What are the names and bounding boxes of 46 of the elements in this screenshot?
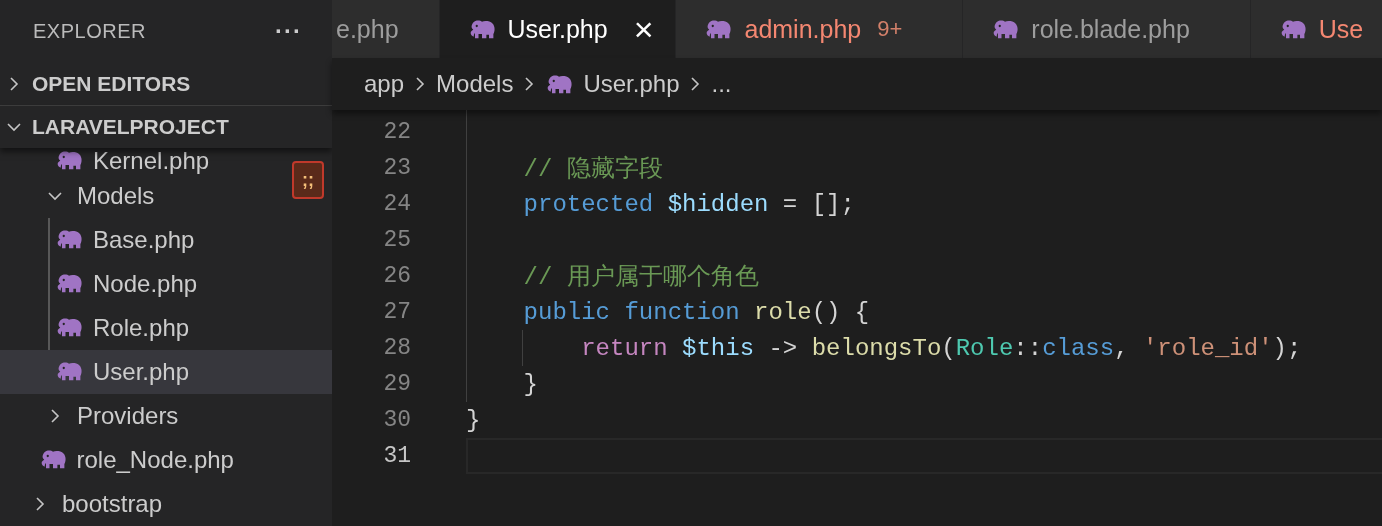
- line-number: 30: [382, 407, 411, 433]
- code-line: return $this -> belongsTo(Role::class, 'role_id');: [580, 334, 1302, 362]
- editor-tab[interactable]: User.php ×: [439, 0, 677, 58]
- code-line: }: [466, 406, 481, 434]
- notification-badge[interactable]: ;;: [292, 161, 324, 199]
- line-number: 27: [382, 299, 411, 325]
- line-number: 22: [382, 119, 411, 145]
- file-item[interactable]: role_Node.php: [0, 438, 242, 482]
- code-line: public function role() {: [522, 298, 870, 326]
- breadcrumb-item[interactable]: Models: [436, 70, 514, 98]
- breadcrumb-item[interactable]: User.php: [545, 70, 680, 98]
- folder-item[interactable]: bootstrap: [0, 482, 171, 526]
- code-line: // 用户属于哪个角色: [522, 263, 759, 292]
- line-number: 31: [382, 443, 411, 469]
- elephant-icon: [55, 150, 83, 172]
- section-header[interactable]: LARAVELPROJECT: [0, 105, 332, 148]
- elephant-icon: [55, 273, 83, 295]
- file-item[interactable]: Kernel.php: [0, 148, 218, 174]
- more-actions-button[interactable]: ···: [275, 17, 302, 46]
- file-item[interactable]: Role.php: [0, 306, 198, 350]
- file-item[interactable]: Base.php: [0, 218, 203, 262]
- editor-tab[interactable]: admin.php 9+: [676, 0, 964, 58]
- file-item[interactable]: Node.php: [0, 262, 206, 306]
- line-number: 28: [382, 335, 411, 361]
- elephant-icon: [55, 361, 83, 383]
- elephant-icon: [55, 317, 83, 339]
- line-number: 29: [382, 371, 411, 397]
- line-number: 23: [382, 155, 411, 181]
- breadcrumb-item[interactable]: ...: [711, 70, 732, 98]
- code-line: protected $hidden = [];: [522, 190, 855, 218]
- editor-tab[interactable]: role.blade.php: [963, 0, 1251, 58]
- line-number: 26: [382, 263, 411, 289]
- code-line: }: [522, 370, 538, 398]
- close-icon[interactable]: ×: [633, 12, 654, 46]
- line-number: 24: [382, 191, 411, 217]
- problem-count: 9+: [877, 16, 903, 42]
- code-line: // 隐藏字段: [522, 154, 663, 184]
- line-number: 25: [382, 227, 411, 253]
- file-item[interactable]: User.php: [0, 350, 332, 394]
- folder-item[interactable]: Models: [0, 174, 163, 218]
- elephant-icon: [55, 229, 83, 251]
- breadcrumb-item[interactable]: app: [364, 70, 405, 98]
- editor-tab[interactable]: e.php: [332, 0, 440, 58]
- folder-item[interactable]: Providers: [0, 394, 187, 438]
- explorer-title: EXPLORER: [33, 19, 146, 43]
- editor-tab[interactable]: Use: [1250, 0, 1382, 58]
